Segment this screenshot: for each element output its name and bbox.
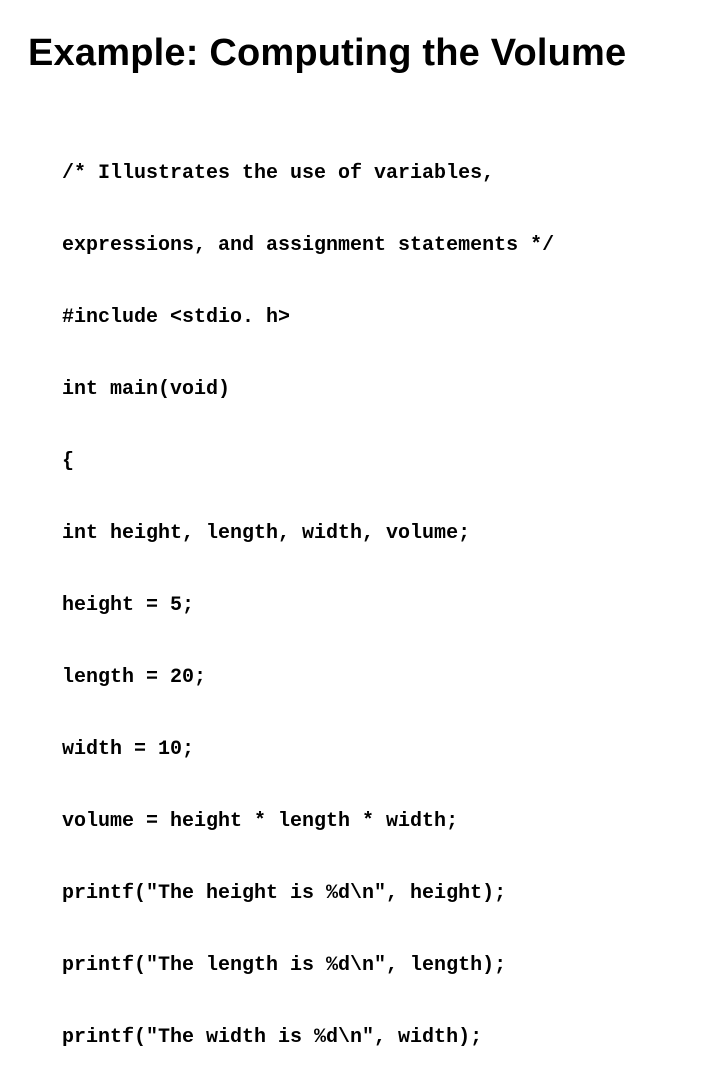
code-line: printf("The height is %d\n", height);: [62, 882, 554, 906]
code-block: /* Illustrates the use of variables, exp…: [62, 114, 554, 1080]
slide: Example: Computing the Volume /* Illustr…: [0, 0, 720, 540]
code-line: width = 10;: [62, 738, 554, 762]
code-line: printf("The width is %d\n", width);: [62, 1026, 554, 1050]
code-line: int main(void): [62, 378, 554, 402]
code-line: length = 20;: [62, 666, 554, 690]
code-line: printf("The length is %d\n", length);: [62, 954, 554, 978]
code-line: int height, length, width, volume;: [62, 522, 554, 546]
code-line: #include <stdio. h>: [62, 306, 554, 330]
code-line: /* Illustrates the use of variables,: [62, 162, 554, 186]
slide-title: Example: Computing the Volume: [28, 32, 692, 75]
code-line: height = 5;: [62, 594, 554, 618]
code-line: {: [62, 450, 554, 474]
code-line: volume = height * length * width;: [62, 810, 554, 834]
code-line: expressions, and assignment statements *…: [62, 234, 554, 258]
